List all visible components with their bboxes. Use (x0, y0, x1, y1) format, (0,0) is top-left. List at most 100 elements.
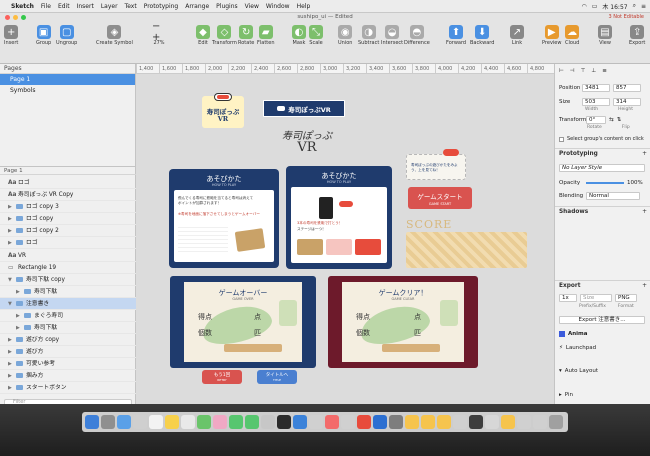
search-icon[interactable]: ⌕ (633, 2, 636, 10)
menu-text[interactable]: Text (125, 3, 137, 10)
clock[interactable]: 木 16:57 (602, 2, 627, 11)
align-right-icon[interactable]: ⊤ (581, 68, 586, 74)
score-board[interactable] (406, 232, 527, 268)
opacity-slider[interactable] (586, 182, 624, 184)
launchpad-app-icon[interactable] (101, 415, 115, 429)
menu-arrange[interactable]: Arrange (185, 3, 209, 10)
difference-button[interactable]: ◓ Difference (404, 25, 430, 46)
chevron-right-icon[interactable]: ▶ (8, 225, 13, 237)
howto-card-2[interactable]: あそびかた HOW TO PLAY 3本の寿司を鉄砲で打とう！ ステージは一つ！ (286, 166, 392, 269)
insert-button[interactable]: + Insert (4, 25, 18, 46)
layer-row[interactable]: ▶ ロゴ copy 2 (0, 225, 136, 238)
chevron-right-icon[interactable]: ▶ (16, 286, 21, 298)
export-scale-field[interactable]: 1x (559, 294, 577, 302)
app-icon[interactable] (261, 415, 275, 429)
layer-row[interactable]: ▶ 掴み方 (0, 370, 136, 383)
forward-button[interactable]: ⬆ Forward (446, 25, 466, 46)
menu-edit[interactable]: Edit (58, 3, 70, 10)
wifi-icon[interactable]: ◠ (581, 3, 586, 10)
menu-plugins[interactable]: Plugins (216, 3, 238, 10)
chrome-icon[interactable] (357, 415, 371, 429)
backward-button[interactable]: ⬇ Backward (470, 25, 494, 46)
transform-button[interactable]: ◇ Transform (212, 25, 237, 46)
not-editable-warning[interactable]: 3 Not Editable (608, 13, 644, 22)
subtract-button[interactable]: ◑ Subtract (358, 25, 379, 46)
layer-row[interactable]: Aa VR (0, 250, 136, 263)
title-button[interactable]: タイトルへ TITLE (257, 370, 297, 384)
add-icon[interactable]: + (642, 281, 647, 291)
rotate-field[interactable]: 0° (586, 116, 606, 124)
close-window-button[interactable] (5, 15, 10, 20)
rotate-button[interactable]: ↻ Rotate (238, 25, 254, 46)
sketch-icon[interactable] (437, 415, 451, 429)
chevron-right-icon[interactable]: ▶ (8, 370, 13, 382)
auto-layout-row[interactable]: ▾ Auto Layout (559, 368, 598, 374)
design-canvas[interactable]: 寿司ぽっぷ VR 寿司ぽっぷVR 寿司ぽっぷ VR あそびかた HOW TO P… (136, 74, 554, 404)
layer-row[interactable]: ▶ スタートボタン (0, 382, 136, 395)
chevron-right-icon[interactable]: ▶ (8, 237, 13, 249)
group-button[interactable]: ▣ Group (36, 25, 51, 46)
layer-row[interactable]: Aa 寿司ぽっぷ VR Copy (0, 189, 136, 202)
chevron-right-icon[interactable]: ▶ (8, 201, 13, 213)
photos-icon[interactable] (213, 415, 227, 429)
chevron-right-icon[interactable]: ▶ (8, 382, 13, 394)
union-button[interactable]: ◉ Union (338, 25, 352, 46)
menu-file[interactable]: File (41, 3, 51, 10)
zoom-window-button[interactable] (21, 15, 26, 20)
create-symbol-button[interactable]: ◈ Create Symbol (96, 25, 133, 46)
maps-icon[interactable] (197, 415, 211, 429)
scale-button[interactable]: ⤡ Scale (309, 25, 323, 46)
tip-card[interactable]: 寿司ぽっぷの遊びかたをみよう、上を見てね！ (406, 149, 466, 180)
notes-icon[interactable] (165, 415, 179, 429)
distribute-icon[interactable]: ≡ (602, 68, 607, 74)
edit-button[interactable]: ◆ Edit (196, 25, 210, 46)
export-section[interactable]: Export + (555, 280, 650, 290)
flip-vertical-icon[interactable]: ⇅ (617, 117, 622, 123)
logo-card[interactable]: 寿司ぽっぷ VR (202, 93, 244, 128)
link-button[interactable]: ↗ Link (510, 25, 524, 46)
view-button[interactable]: ▤ View (598, 25, 612, 46)
anima-row[interactable]: Anima (559, 331, 588, 337)
width-field[interactable]: 503 (582, 98, 610, 106)
sketch-icon[interactable] (405, 415, 419, 429)
battery-icon[interactable]: ▭ (592, 3, 598, 10)
pages-header[interactable]: Pages (0, 64, 135, 74)
menu-layer[interactable]: Layer (101, 3, 118, 10)
zoom-control[interactable]: − + 27% (152, 21, 166, 46)
layers-header[interactable]: Page 1 (0, 166, 136, 175)
export-button[interactable]: ⇪ Export (629, 25, 645, 46)
facetime-icon[interactable] (245, 415, 259, 429)
export-format-select[interactable]: PNG (615, 294, 637, 302)
ungroup-button[interactable]: ▢ Ungroup (56, 25, 77, 46)
cloud-button[interactable]: ☁ Cloud (565, 25, 579, 46)
preview-button[interactable]: ▶ Preview (542, 25, 561, 46)
calendar-icon[interactable] (149, 415, 163, 429)
align-left-icon[interactable]: ⊢ (559, 68, 564, 74)
unity-icon[interactable] (469, 415, 483, 429)
flip-horizontal-icon[interactable]: ⇆ (609, 117, 614, 123)
finder-icon[interactable] (85, 415, 99, 429)
export-suffix-field[interactable]: Size (580, 294, 612, 302)
sketch-icon[interactable] (501, 415, 515, 429)
sketch-icon[interactable] (421, 415, 435, 429)
menu-insert[interactable]: Insert (77, 3, 94, 10)
position-x-field[interactable]: 3481 (582, 84, 610, 92)
layer-row[interactable]: ▶ 遊び方 copy (0, 334, 136, 347)
align-top-icon[interactable]: ⊥ (591, 68, 596, 74)
add-icon[interactable]: + (642, 149, 647, 159)
menu-prototyping[interactable]: Prototyping (144, 3, 179, 10)
app-icon[interactable] (341, 415, 355, 429)
chevron-down-icon[interactable]: ▼ (8, 298, 13, 310)
vscode-icon[interactable] (293, 415, 307, 429)
app-icon[interactable] (533, 415, 547, 429)
intersect-button[interactable]: ◒ Intersect (381, 25, 403, 46)
game-start-button[interactable]: ゲームスタート GAME START (408, 187, 472, 209)
launchpad-row[interactable]: ⚡ Launchpad (559, 345, 596, 351)
game-clear-panel[interactable]: ゲームクリア！ GAME CLEAR 得点 点 個数 匹 (328, 274, 478, 370)
trash-icon[interactable] (549, 415, 563, 429)
notification-icon[interactable]: ≡ (641, 3, 646, 10)
layer-row[interactable]: ▶ 寿司下駄 (0, 322, 136, 335)
messages-icon[interactable] (229, 415, 243, 429)
reminders-icon[interactable] (181, 415, 195, 429)
pin-row[interactable]: ▸ Pin (559, 392, 573, 398)
